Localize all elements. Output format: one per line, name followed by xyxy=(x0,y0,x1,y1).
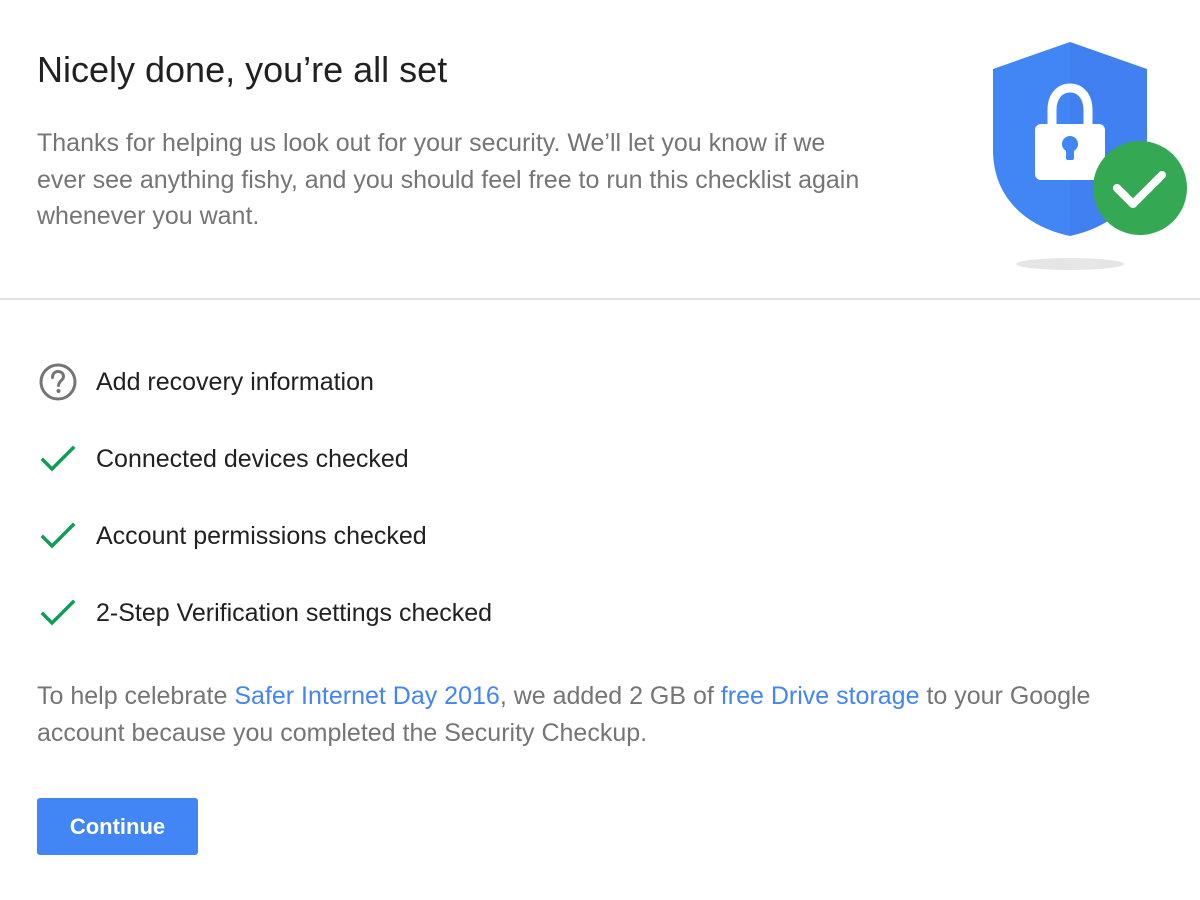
intro-text: Thanks for helping us look out for your … xyxy=(37,129,860,230)
checkmark-icon xyxy=(36,514,80,558)
divider xyxy=(0,298,1200,300)
shield-shadow xyxy=(1016,258,1124,270)
page-title: Nicely done, you’re all set xyxy=(37,49,448,90)
checklist-item-recovery[interactable]: Add recovery information xyxy=(37,352,492,412)
checklist-item-permissions[interactable]: Account permissions checked xyxy=(37,506,492,566)
security-shield-lock-icon xyxy=(993,42,1187,270)
free-drive-storage-link[interactable]: free Drive storage xyxy=(721,682,920,710)
check-badge-icon xyxy=(1093,141,1187,235)
checklist-item-label: Account permissions checked xyxy=(96,521,427,550)
header: Nicely done, you’re all set Thanks for h… xyxy=(0,0,1200,298)
help-circle-icon xyxy=(36,360,80,404)
checklist-item-label: 2-Step Verification settings checked xyxy=(96,598,493,627)
checklist-item-2sv[interactable]: 2-Step Verification settings checked xyxy=(37,583,492,643)
promo-text: , we added 2 GB of xyxy=(499,682,721,710)
checklist-item-devices[interactable]: Connected devices checked xyxy=(37,429,492,489)
continue-button[interactable]: Continue xyxy=(37,798,198,855)
checkmark-icon xyxy=(36,437,80,481)
promo-text: To help celebrate xyxy=(37,682,235,710)
safer-internet-day-link[interactable]: Safer Internet Day 2016 xyxy=(234,682,499,710)
promo-message: To help celebrate Safer Internet Day 201… xyxy=(37,678,1177,752)
checklist-item-label: Connected devices checked xyxy=(96,444,409,473)
checklist-item-label: Add recovery information xyxy=(96,367,374,396)
checkmark-icon xyxy=(36,591,80,635)
security-checklist: Add recovery information Connected devic… xyxy=(37,352,492,660)
